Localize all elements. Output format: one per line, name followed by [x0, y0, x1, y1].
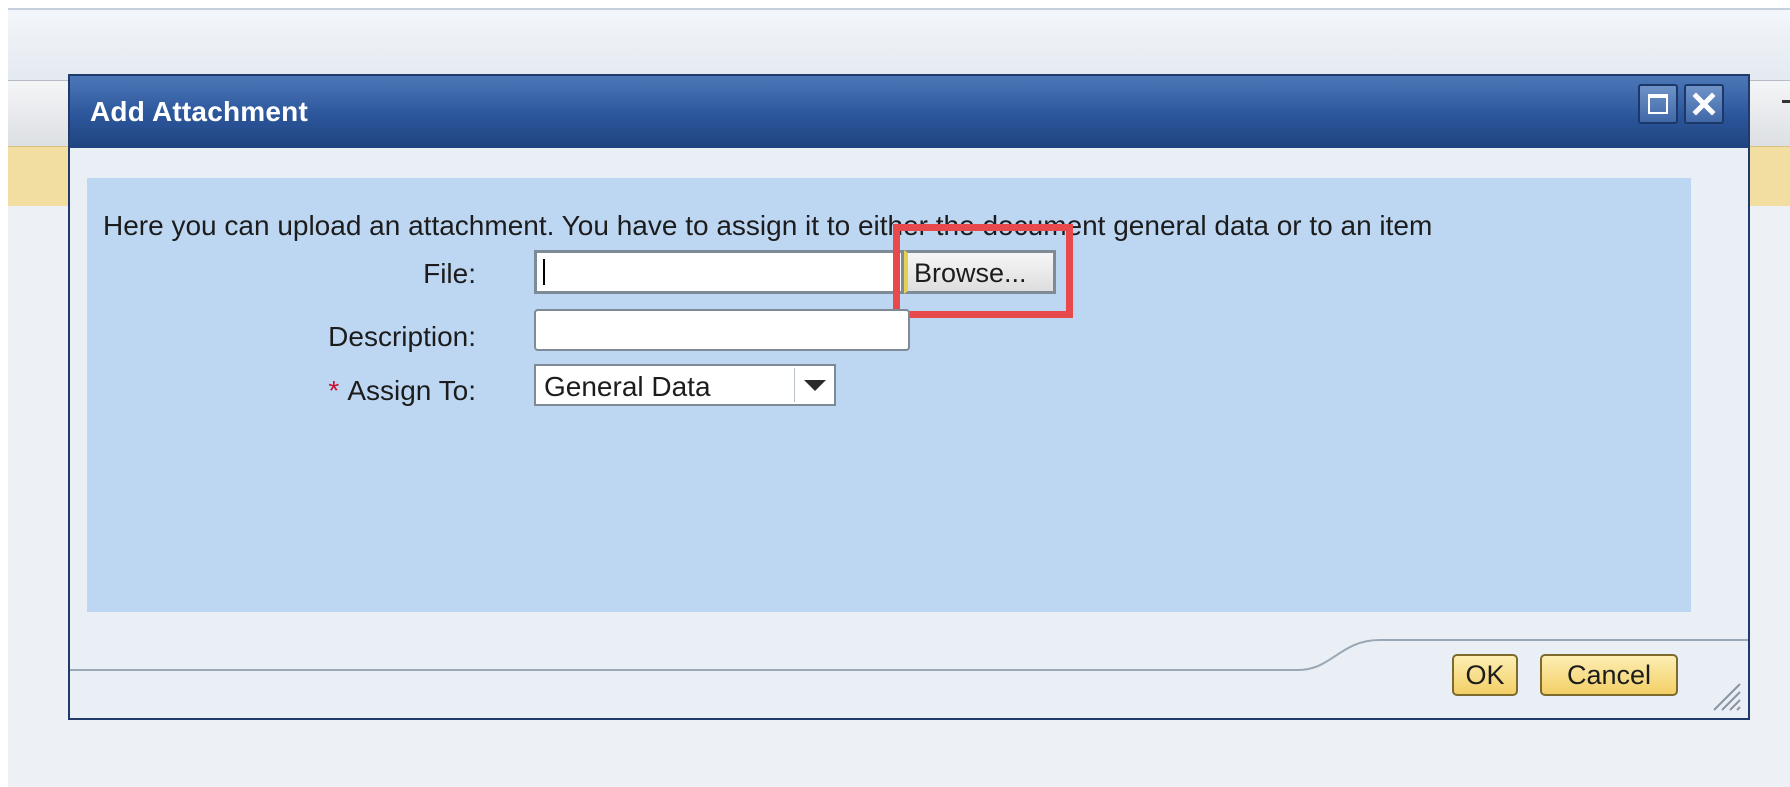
maximize-icon [1648, 94, 1668, 114]
maximize-button[interactable] [1638, 84, 1678, 124]
description-input[interactable] [534, 309, 910, 351]
text-cursor [543, 259, 545, 285]
ok-button[interactable]: OK [1452, 654, 1518, 696]
resize-grip-icon[interactable] [1704, 674, 1744, 714]
close-icon [1692, 92, 1716, 116]
dialog-title-bar[interactable]: Add Attachment [70, 76, 1748, 148]
cancel-button[interactable]: Cancel [1540, 654, 1678, 696]
assign-to-label: * Assign To: [176, 375, 476, 407]
description-label: Description: [328, 321, 476, 352]
app-header-band [8, 8, 1790, 82]
dialog-form-panel: Here you can upload an attachment. You h… [87, 178, 1691, 612]
instruction-text: Here you can upload an attachment. You h… [103, 210, 1433, 241]
app-top-edge [0, 0, 1790, 8]
close-button[interactable] [1684, 84, 1724, 124]
file-path-input[interactable] [534, 250, 904, 294]
app-edge-mark [1782, 100, 1790, 103]
assign-to-label-text: Assign To: [347, 375, 476, 406]
chevron-down-icon[interactable] [804, 380, 826, 391]
required-marker: * [328, 375, 340, 406]
file-label: File: [423, 258, 476, 289]
browse-highlight-box [893, 224, 1073, 318]
dialog-title: Add Attachment [90, 96, 308, 127]
add-attachment-dialog: Add Attachment Here you can upload an at… [68, 74, 1750, 720]
assign-to-value: General Data [544, 371, 711, 402]
assign-to-select[interactable]: General Data [534, 364, 836, 406]
select-divider [794, 368, 795, 402]
